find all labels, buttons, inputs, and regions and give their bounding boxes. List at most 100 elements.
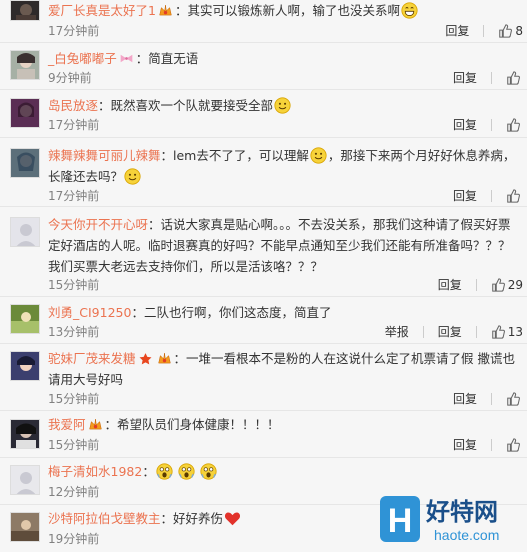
like-button[interactable] (506, 438, 523, 452)
avatar[interactable] (10, 304, 40, 334)
watermark-url: haote.com (434, 527, 499, 543)
reply-button[interactable]: 回复 (453, 187, 477, 204)
comment-item: 驼妹厂茂来发糖 ：一堆一看根本不是粉的人在这说什么定了机票请了假 撒谎也请用大号好… (0, 345, 527, 411)
reply-button[interactable]: 回复 (453, 390, 477, 407)
vip-badge-icon (157, 352, 172, 365)
comment-time: 15分钟前 (48, 278, 100, 292)
avatar[interactable] (10, 50, 40, 80)
watermark-logo-letter: H (388, 502, 413, 540)
divider (491, 392, 492, 405)
reply-button[interactable]: 回复 (453, 69, 477, 86)
divider (475, 278, 477, 291)
avatar[interactable] (10, 217, 40, 247)
comment-text: ：二队也行啊，你们这态度，简直了 (131, 305, 332, 320)
comment-username[interactable]: 驼妹厂茂来发糖 (48, 351, 136, 366)
avatar[interactable] (10, 98, 40, 128)
reply-button[interactable]: 回复 (438, 323, 462, 340)
star-badge-icon (138, 352, 153, 365)
watermark-brand: 好特网 (425, 498, 498, 526)
comment-text: ：其实可以锻炼新人啊，输了也没关系啊 (174, 3, 400, 18)
comment-time: 13分钟前 (48, 325, 100, 339)
comment-username[interactable]: 岛民放逐 (48, 98, 98, 113)
divider (483, 24, 485, 37)
comment-username[interactable]: 我爱阿 (48, 417, 86, 432)
avatar[interactable] (10, 351, 40, 381)
reply-button[interactable]: 回复 (438, 276, 462, 293)
like-button[interactable] (506, 71, 523, 85)
comment-item: 今天你开不开心呀：话说大家真是贴心啊。。。不去没关系，那我们这种请了假买好票定好… (0, 208, 527, 297)
thumb-up-icon (506, 438, 520, 452)
comment-username[interactable]: 刘勇_CI91250 (48, 305, 131, 320)
like-button[interactable] (506, 189, 523, 203)
reply-button[interactable]: 回复 (453, 436, 477, 453)
comment-item: 爱厂长真是太好了1 ：其实可以锻炼新人啊，输了也没关系啊 17分钟前 回复 8 (0, 0, 527, 43)
comment-text: ： (142, 464, 155, 479)
comment-time: 9分钟前 (48, 71, 92, 85)
divider (491, 118, 492, 131)
comment-text: ：希望队员们身体健康！！！！ (104, 417, 280, 432)
like-button[interactable]: 29 (491, 278, 523, 292)
comment-username[interactable]: _白兔嘟嘟子 (48, 51, 117, 66)
thumb-up-icon (491, 325, 505, 339)
comment-text: ：简直无语 (135, 51, 199, 66)
comment-item: 刘勇_CI91250：二队也行啊，你们这态度，简直了 13分钟前 举报 回复 1… (0, 298, 527, 344)
comment-username[interactable]: 沙特阿拉伯戈壁教主 (48, 511, 161, 526)
smile-emoji-icon (124, 168, 141, 185)
grin-emoji-icon (401, 2, 418, 19)
thumb-up-icon (506, 118, 520, 132)
avatar[interactable] (10, 148, 40, 178)
like-count: 29 (507, 277, 523, 292)
like-button[interactable] (506, 392, 523, 406)
comment-item: 我爱阿 ：希望队员们身体健康！！！！ 15分钟前 回复 (0, 412, 527, 458)
like-count: 13 (507, 324, 523, 339)
comment-actions: 回复 (439, 436, 523, 453)
comment-actions: 举报 回复 13 (371, 323, 523, 340)
avatar[interactable] (10, 0, 40, 21)
like-button[interactable]: 13 (491, 325, 523, 339)
comment-actions: 回复 (439, 390, 523, 407)
like-button[interactable]: 8 (498, 24, 523, 38)
like-count: 8 (515, 23, 523, 38)
comment-time: 19分钟前 (48, 532, 100, 546)
comment-item: 辣舞辣舞可丽儿辣舞：lem去不了了，可以理解 ，那接下来两个月好好休息养病，长隆还… (0, 139, 527, 207)
avatar[interactable] (10, 419, 40, 449)
scream-emoji-icon (178, 463, 195, 480)
watermark: H 好特网 haote.com (380, 496, 499, 543)
reply-button[interactable]: 回复 (445, 22, 469, 39)
thumb-up-icon (506, 71, 520, 85)
comment-time: 17分钟前 (48, 118, 100, 132)
comment-username[interactable]: 爱厂长真是太好了1 (48, 3, 156, 18)
comment-item: _白兔嘟嘟子 ：简直无语 9分钟前 回复 (0, 44, 527, 90)
report-button[interactable]: 举报 (385, 323, 409, 340)
comment-actions: 回复 (439, 116, 523, 133)
comment-username[interactable]: 今天你开不开心呀 (48, 217, 148, 232)
avatar[interactable] (10, 465, 40, 495)
comment-username[interactable]: 梅子清如水1982 (48, 464, 142, 479)
divider (475, 325, 477, 338)
comment-username[interactable]: 辣舞辣舞可丽儿辣舞 (48, 148, 161, 163)
comment-time: 17分钟前 (48, 189, 100, 203)
vip-badge-icon (158, 4, 173, 17)
comment-time: 17分钟前 (48, 24, 100, 38)
comment-actions: 回复 (439, 187, 523, 204)
reply-button[interactable]: 回复 (453, 116, 477, 133)
smile-emoji-icon (310, 147, 327, 164)
scream-emoji-icon (200, 463, 217, 480)
thumb-up-icon (506, 189, 520, 203)
comment-item: 岛民放逐：既然喜欢一个队就要接受全部 17分钟前 回复 (0, 91, 527, 138)
divider (491, 438, 492, 451)
smile-emoji-icon (274, 97, 291, 114)
divider (491, 71, 492, 84)
bow-badge-icon (119, 52, 134, 65)
like-button[interactable] (506, 118, 523, 132)
comment-time: 12分钟前 (48, 485, 100, 499)
comment-text: ：既然喜欢一个队就要接受全部 (98, 98, 274, 113)
divider (491, 189, 492, 202)
comment-text: ：好好养伤 (160, 511, 224, 526)
thumb-up-icon (498, 24, 512, 38)
avatar[interactable] (10, 512, 40, 542)
comment-time: 15分钟前 (48, 392, 100, 406)
thumb-up-icon (506, 392, 520, 406)
heart-icon (224, 510, 241, 527)
thumb-up-icon (491, 278, 505, 292)
